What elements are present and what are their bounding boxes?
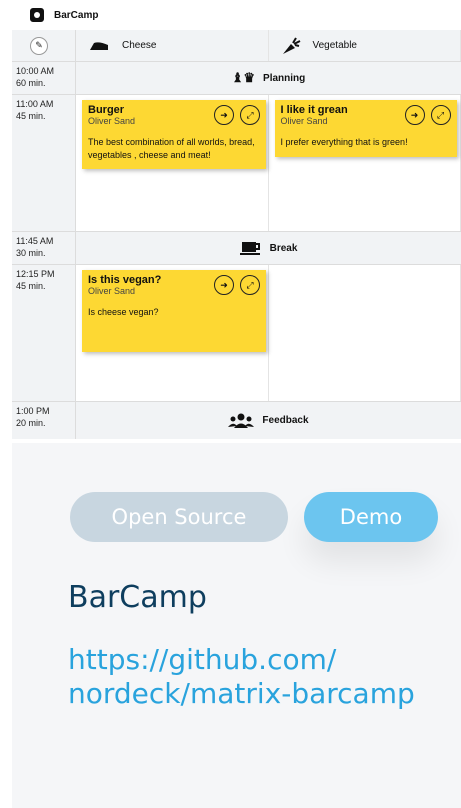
time-cell: 1:00 PM 20 min. bbox=[12, 402, 76, 439]
slot-label: Feedback bbox=[262, 415, 309, 426]
project-link[interactable]: https://github.com/ nordeck/matrix-barca… bbox=[68, 643, 438, 712]
common-slot-break: Break bbox=[76, 232, 461, 264]
track-name: Cheese bbox=[122, 40, 157, 51]
slot-time: 11:00 AM bbox=[16, 99, 54, 109]
demo-button[interactable]: Demo bbox=[304, 492, 438, 542]
session-cell: I like it grean Oliver Sand I prefer eve… bbox=[269, 95, 461, 231]
expand-icon: ⤢ bbox=[436, 109, 445, 120]
session-cell: Burger Oliver Sand The best combination … bbox=[76, 95, 269, 231]
session-card[interactable]: Burger Oliver Sand The best combination … bbox=[82, 100, 266, 170]
common-slot-feedback: Feedback bbox=[76, 402, 461, 439]
clock-icon bbox=[30, 8, 44, 22]
slot-row-break: 11:45 AM 30 min. Break bbox=[12, 232, 461, 265]
schedule-grid: ✎ Cheese Vegetable 10:00 AM 60 min. ♝♛ P… bbox=[12, 30, 461, 439]
session-description: I prefer everything that is green! bbox=[280, 137, 408, 147]
session-description: The best combination of all worlds, brea… bbox=[88, 137, 255, 160]
chess-icon: ♝♛ bbox=[231, 70, 256, 85]
edit-icon: ✎ bbox=[35, 40, 43, 51]
corner-cell: ✎ bbox=[12, 30, 76, 61]
enter-icon: ➜ bbox=[220, 109, 228, 120]
project-info: Open Source Demo BarCamp https://github.… bbox=[12, 443, 461, 808]
slot-label: Planning bbox=[263, 72, 306, 84]
track-header-vegetable[interactable]: Vegetable bbox=[269, 30, 461, 61]
carrot-icon bbox=[282, 36, 300, 54]
move-session-button[interactable]: ⤢ bbox=[240, 275, 260, 295]
edit-button[interactable]: ✎ bbox=[30, 37, 48, 55]
track-header-cheese[interactable]: Cheese bbox=[76, 30, 269, 61]
expand-icon: ⤢ bbox=[246, 279, 254, 290]
barcamp-screenshot: BarCamp ✎ Cheese Vegetable 10:00 AM 60 m… bbox=[12, 0, 461, 443]
slot-row-1100: 11:00 AM 45 min. Burger Oliver Sand The … bbox=[12, 95, 461, 232]
open-session-button[interactable]: ➜ bbox=[404, 105, 425, 125]
session-actions: ➜ ⤢ bbox=[404, 105, 451, 125]
session-description: Is cheese vegan? bbox=[88, 307, 159, 317]
slot-duration: 60 min. bbox=[16, 77, 46, 88]
open-source-button[interactable]: Open Source bbox=[70, 492, 288, 542]
slot-row-1215: 12:15 PM 45 min. Is this vegan? Oliver S… bbox=[12, 265, 461, 402]
session-actions: ➜ ⤢ bbox=[214, 275, 260, 295]
slot-duration: 45 min. bbox=[16, 110, 46, 121]
slot-time: 12:15 PM bbox=[16, 269, 55, 279]
track-name: Vegetable bbox=[312, 40, 358, 51]
app-title: BarCamp bbox=[54, 9, 99, 21]
cheese-icon bbox=[90, 41, 108, 50]
coffee-icon bbox=[239, 242, 260, 255]
slot-label: Break bbox=[269, 242, 298, 254]
open-session-button[interactable]: ➜ bbox=[214, 105, 234, 125]
slot-time: 11:45 AM bbox=[16, 236, 54, 246]
slot-row-feedback: 1:00 PM 20 min. Feedback bbox=[12, 402, 461, 439]
slot-time: 1:00 PM bbox=[16, 406, 50, 416]
move-session-button[interactable]: ⤢ bbox=[240, 105, 260, 125]
time-cell: 11:00 AM 45 min. bbox=[12, 95, 76, 231]
slot-duration: 20 min. bbox=[16, 417, 46, 428]
enter-icon: ➜ bbox=[410, 109, 419, 120]
page-background: BarCamp ✎ Cheese Vegetable 10:00 AM 60 m… bbox=[12, 0, 461, 808]
session-card[interactable]: I like it grean Oliver Sand I prefer eve… bbox=[274, 100, 457, 157]
project-title: BarCamp bbox=[68, 580, 207, 615]
time-cell: 11:45 AM 30 min. bbox=[12, 232, 76, 264]
track-header-row: ✎ Cheese Vegetable bbox=[12, 30, 461, 62]
common-slot-planning: ♝♛ Planning bbox=[76, 62, 461, 94]
session-cell: Is this vegan? Oliver Sand Is cheese veg… bbox=[76, 265, 269, 401]
slot-duration: 45 min. bbox=[16, 280, 46, 291]
session-card[interactable]: Is this vegan? Oliver Sand Is cheese veg… bbox=[82, 270, 266, 352]
open-session-button[interactable]: ➜ bbox=[214, 275, 234, 295]
expand-icon: ⤢ bbox=[246, 109, 254, 120]
slot-time: 10:00 AM bbox=[16, 66, 55, 76]
session-actions: ➜ ⤢ bbox=[214, 105, 260, 125]
move-session-button[interactable]: ⤢ bbox=[430, 105, 451, 125]
enter-icon: ➜ bbox=[220, 279, 228, 290]
slot-duration: 30 min. bbox=[16, 247, 46, 258]
slot-row-planning: 10:00 AM 60 min. ♝♛ Planning bbox=[12, 62, 461, 95]
time-cell: 10:00 AM 60 min. bbox=[12, 62, 76, 94]
time-cell: 12:15 PM 45 min. bbox=[12, 265, 76, 401]
users-icon bbox=[228, 413, 255, 428]
empty-session-cell[interactable] bbox=[269, 265, 461, 401]
app-titlebar: BarCamp bbox=[12, 0, 461, 30]
